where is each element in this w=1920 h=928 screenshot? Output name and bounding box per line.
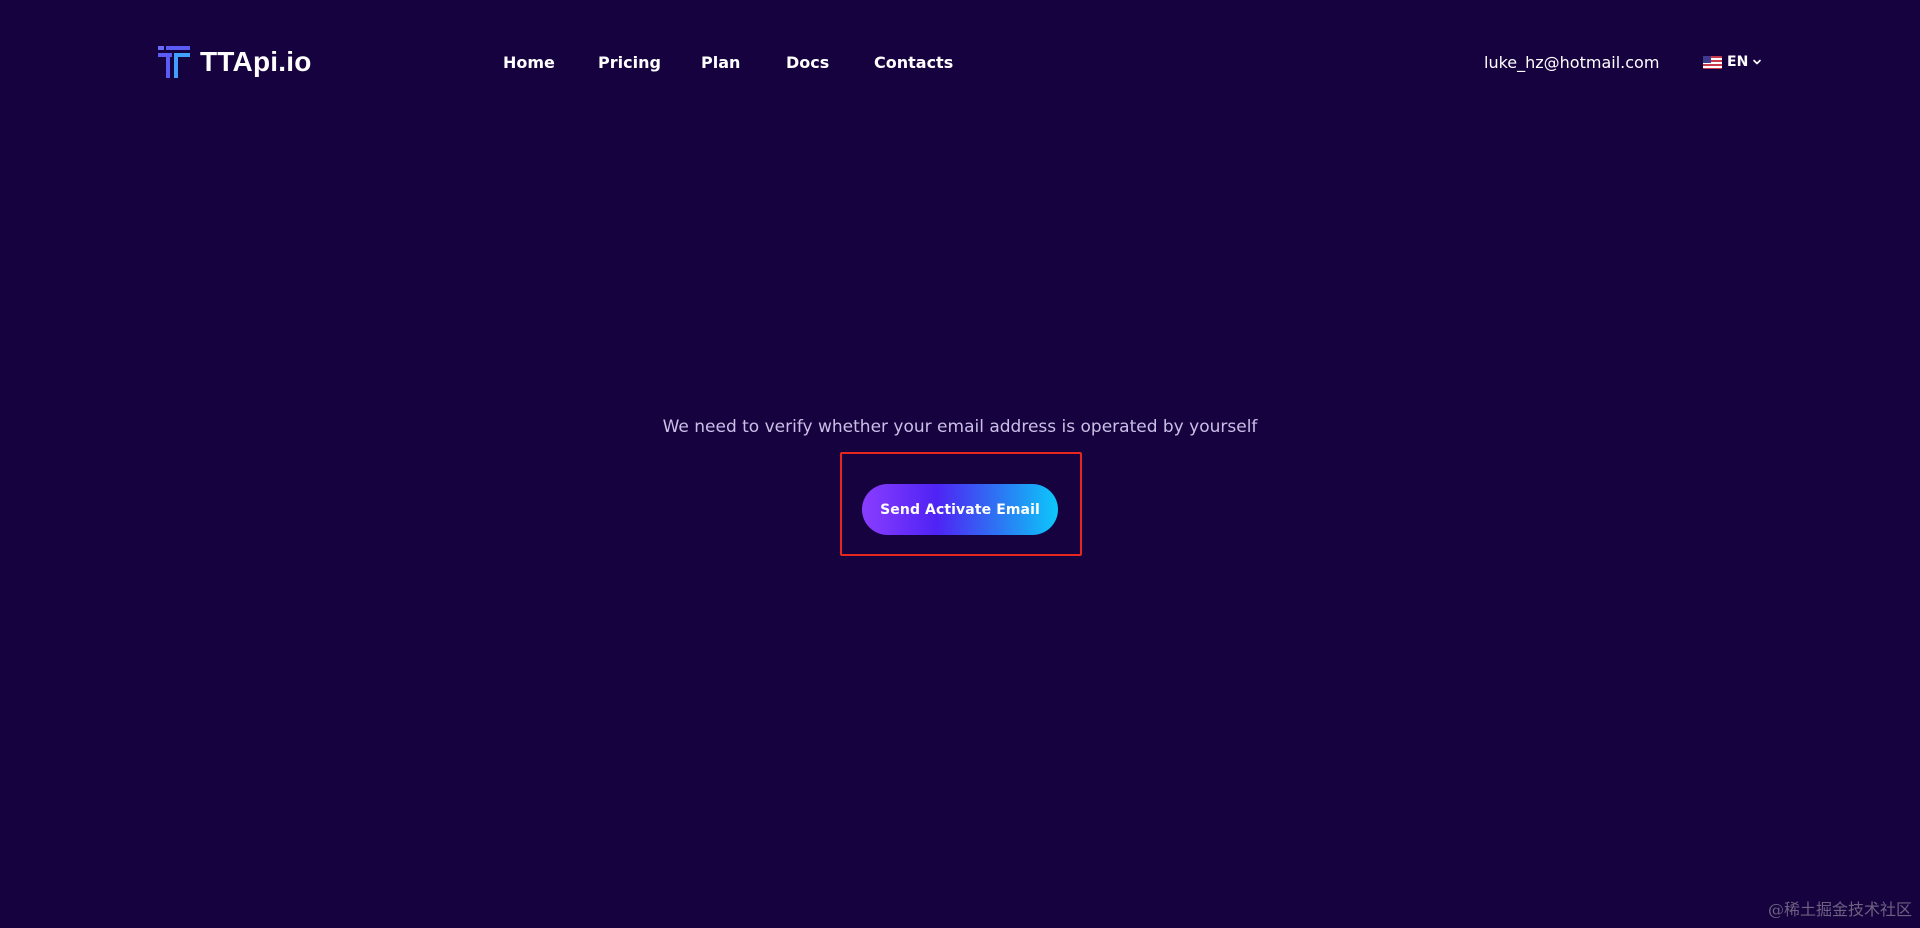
tt-logo-icon	[158, 46, 190, 78]
nav-pricing[interactable]: Pricing	[598, 52, 661, 74]
brand-logo[interactable]: TTApi.io	[158, 46, 312, 78]
watermark: @稀土掘金技术社区	[1767, 900, 1912, 919]
nav-home[interactable]: Home	[503, 52, 555, 74]
us-flag-icon	[1703, 55, 1722, 69]
nav-plan[interactable]: Plan	[701, 52, 740, 74]
nav-contacts[interactable]: Contacts	[874, 52, 953, 74]
language-selector[interactable]: EN	[1703, 53, 1762, 71]
language-label: EN	[1727, 54, 1749, 70]
verify-message: We need to verify whether your email add…	[662, 417, 1258, 437]
page: TTApi.io Home Pricing Plan Docs Contacts…	[0, 0, 1920, 928]
nav-docs[interactable]: Docs	[786, 52, 829, 74]
chevron-down-icon	[1753, 59, 1762, 65]
brand-name: TTApi.io	[200, 46, 312, 77]
send-activate-email-button[interactable]: Send Activate Email	[862, 484, 1058, 535]
user-email[interactable]: luke_hz@hotmail.com	[1484, 52, 1659, 74]
